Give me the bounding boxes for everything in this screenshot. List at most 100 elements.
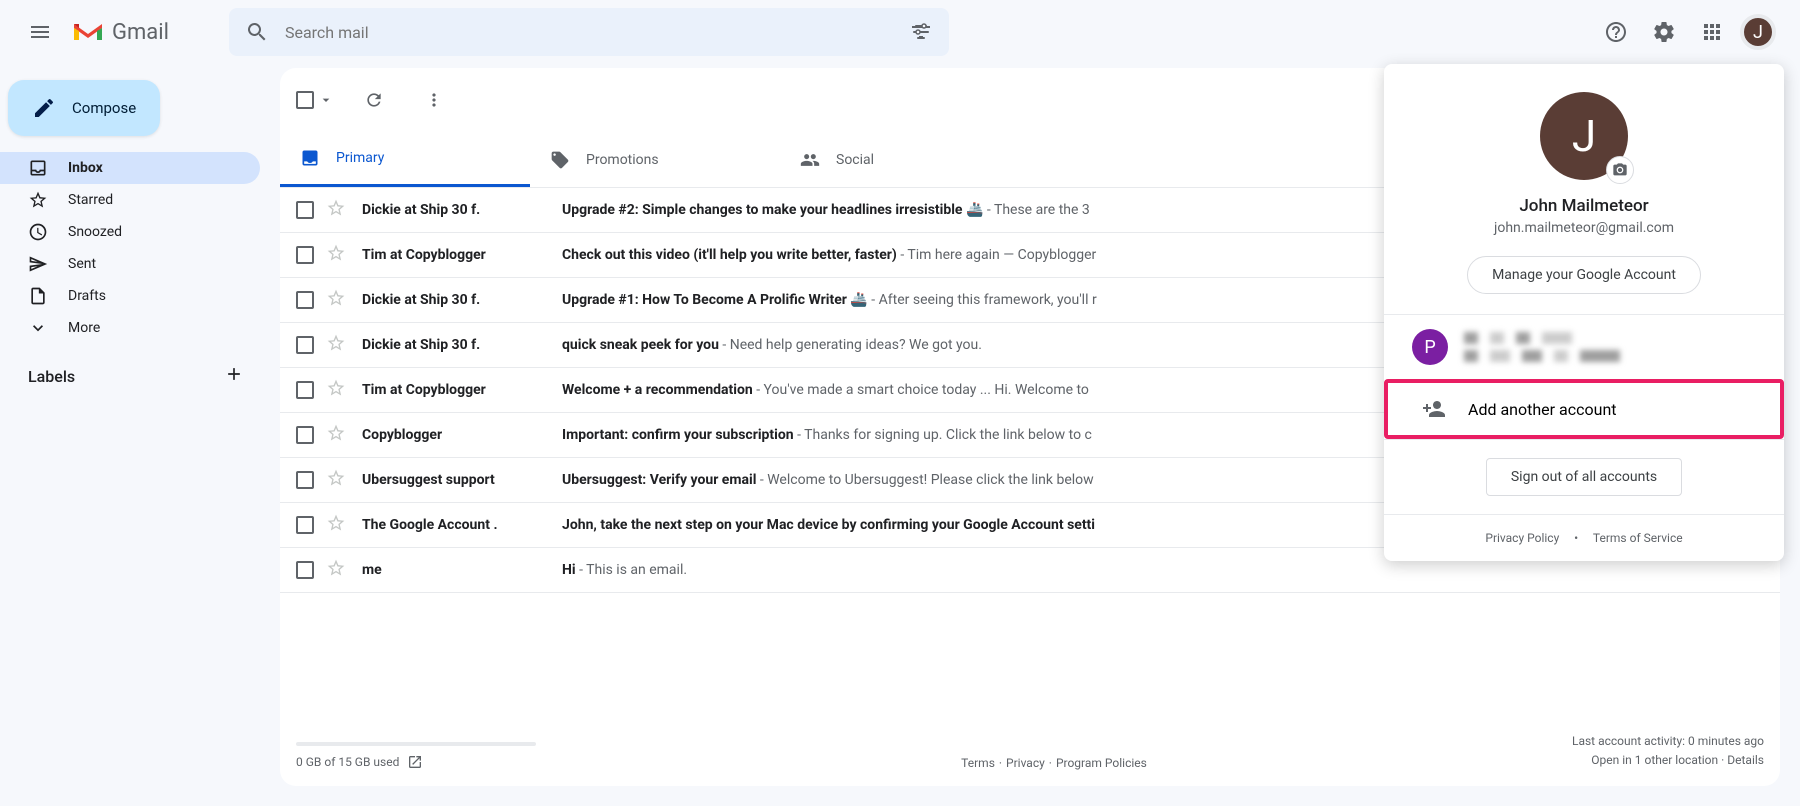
sidebar-item-label: Starred <box>68 192 113 208</box>
settings-button[interactable] <box>1644 12 1684 52</box>
activity-text: Last account activity: 0 minutes ago <box>1572 732 1764 751</box>
help-icon <box>1604 20 1628 44</box>
email-subject: Ubersuggest: Verify your email <box>562 472 756 488</box>
star-outline-icon <box>326 243 346 263</box>
add-account-label: Add another account <box>1468 400 1617 419</box>
more-button[interactable] <box>414 80 454 120</box>
terms-link[interactable]: Terms <box>961 756 995 770</box>
row-checkbox[interactable] <box>296 246 314 264</box>
row-checkbox[interactable] <box>296 336 314 354</box>
star-button[interactable] <box>326 513 346 537</box>
send-icon <box>28 254 48 274</box>
main-menu-button[interactable] <box>16 8 64 56</box>
add-account-button[interactable]: Add another account <box>1384 379 1784 439</box>
add-label-button[interactable] <box>224 364 244 388</box>
email-sender: Copyblogger <box>362 427 562 443</box>
terms-service-link[interactable]: Terms of Service <box>1593 531 1683 545</box>
email-subject: quick sneak peek for you <box>562 337 719 353</box>
tab-promotions[interactable]: Promotions <box>530 132 780 187</box>
apps-button[interactable] <box>1692 12 1732 52</box>
tab-primary[interactable]: Primary <box>280 132 530 187</box>
email-subject: Hi <box>562 562 576 578</box>
email-subject: Upgrade #2: Simple changes to make your … <box>562 202 983 218</box>
compose-button[interactable]: Compose <box>8 80 160 136</box>
star-button[interactable] <box>326 333 346 357</box>
account-popup: J John Mailmeteor john.mailmeteor@gmail.… <box>1384 64 1784 561</box>
tab-label: Primary <box>336 150 384 166</box>
email-preview: - These are the 3 <box>983 202 1089 218</box>
row-checkbox[interactable] <box>296 561 314 579</box>
open-external-icon[interactable] <box>407 754 423 770</box>
row-checkbox[interactable] <box>296 471 314 489</box>
tab-label: Promotions <box>586 152 659 168</box>
refresh-button[interactable] <box>354 80 394 120</box>
sidebar-item-label: Sent <box>68 256 96 272</box>
email-preview: - Thanks for signing up. Click the link … <box>794 427 1092 443</box>
manage-account-button[interactable]: Manage your Google Account <box>1467 256 1701 294</box>
star-outline-icon <box>326 288 346 308</box>
sidebar: Compose Inbox Starred Snoozed Sent Draft… <box>0 64 260 404</box>
row-checkbox[interactable] <box>296 426 314 444</box>
email-subject: Welcome + a recommendation <box>562 382 753 398</box>
refresh-icon <box>364 90 384 110</box>
people-icon <box>800 150 820 170</box>
star-outline-icon <box>326 198 346 218</box>
row-checkbox[interactable] <box>296 516 314 534</box>
privacy-link[interactable]: Privacy <box>1006 756 1045 770</box>
search-icon[interactable] <box>245 20 269 44</box>
sidebar-item-starred[interactable]: Starred <box>0 184 260 216</box>
email-preview: - This is an email. <box>576 562 687 578</box>
gear-icon <box>1652 20 1676 44</box>
email-sender: Ubersuggest support <box>362 472 562 488</box>
email-sender: The Google Account . <box>362 517 562 533</box>
logo-area[interactable]: Gmail <box>72 20 169 45</box>
select-all[interactable] <box>296 91 334 109</box>
support-button[interactable] <box>1596 12 1636 52</box>
email-sender: Tim at Copyblogger <box>362 382 562 398</box>
sidebar-item-label: Snoozed <box>68 224 122 240</box>
star-button[interactable] <box>326 243 346 267</box>
header-right: J <box>1596 12 1792 52</box>
storage-progress <box>296 742 536 746</box>
signout-button[interactable]: Sign out of all accounts <box>1486 458 1682 496</box>
star-button[interactable] <box>326 423 346 447</box>
tag-icon <box>550 150 570 170</box>
sidebar-item-more[interactable]: More <box>0 312 260 344</box>
star-button[interactable] <box>326 288 346 312</box>
brand-text: Gmail <box>112 20 169 45</box>
details-link[interactable]: Details <box>1727 753 1764 767</box>
location-text: Open in 1 other location <box>1591 753 1718 767</box>
sidebar-item-drafts[interactable]: Drafts <box>0 280 260 312</box>
checkbox-icon[interactable] <box>296 91 314 109</box>
sidebar-item-inbox[interactable]: Inbox <box>0 152 260 184</box>
change-photo-button[interactable] <box>1606 156 1634 184</box>
clock-icon <box>28 222 48 242</box>
account-avatar[interactable]: J <box>1740 14 1776 50</box>
tab-social[interactable]: Social <box>780 132 1030 187</box>
inbox-tab-icon <box>300 148 320 168</box>
star-button[interactable] <box>326 468 346 492</box>
email-content: Hi - This is an email. <box>562 562 1764 578</box>
row-checkbox[interactable] <box>296 381 314 399</box>
other-account-item[interactable]: P <box>1384 315 1784 379</box>
file-icon <box>28 286 48 306</box>
privacy-policy-link[interactable]: Privacy Policy <box>1485 531 1559 545</box>
dropdown-arrow-icon[interactable] <box>318 92 334 108</box>
policies-link[interactable]: Program Policies <box>1056 756 1147 770</box>
sidebar-item-sent[interactable]: Sent <box>0 248 260 280</box>
row-checkbox[interactable] <box>296 291 314 309</box>
search-options-icon[interactable] <box>909 20 933 44</box>
email-preview: - Welcome to Ubersuggest! Please click t… <box>756 472 1093 488</box>
row-checkbox[interactable] <box>296 201 314 219</box>
inbox-icon <box>28 158 48 178</box>
tab-label: Social <box>836 152 874 168</box>
labels-title: Labels <box>28 367 75 386</box>
star-button[interactable] <box>326 558 346 582</box>
search-bar[interactable] <box>229 8 949 56</box>
search-input[interactable] <box>285 23 909 42</box>
star-button[interactable] <box>326 198 346 222</box>
sidebar-item-label: Drafts <box>68 288 106 304</box>
star-button[interactable] <box>326 378 346 402</box>
footer-activity: Last account activity: 0 minutes ago Ope… <box>1572 732 1764 770</box>
sidebar-item-snoozed[interactable]: Snoozed <box>0 216 260 248</box>
